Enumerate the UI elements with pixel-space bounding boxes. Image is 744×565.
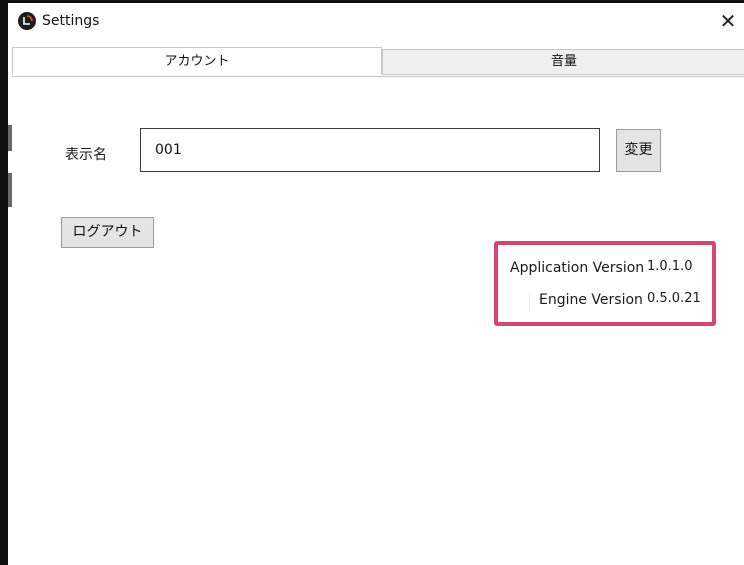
left-edge-mark xyxy=(8,125,12,151)
display-name-label: 表示名 xyxy=(65,147,107,163)
tab-volume[interactable]: 音量 xyxy=(382,49,744,75)
engine-version-value: 0.5.0.21 xyxy=(647,291,701,306)
change-button[interactable]: 変更 xyxy=(616,129,661,172)
application-version-value: 1.0.1.0 xyxy=(647,259,693,274)
window-title: Settings xyxy=(42,13,100,29)
tab-divider xyxy=(12,76,744,77)
divider xyxy=(529,293,530,313)
left-edge-mark xyxy=(8,173,12,207)
title-bar: Settings ✕ xyxy=(8,3,744,48)
display-name-input[interactable] xyxy=(140,128,600,172)
tab-account[interactable]: アカウント xyxy=(12,47,382,75)
tab-bar: アカウント 音量 xyxy=(10,47,744,76)
version-highlight-box xyxy=(494,241,716,326)
engine-version-label: Engine Version xyxy=(539,292,643,308)
logout-button[interactable]: ログアウト xyxy=(61,217,154,248)
close-icon[interactable]: ✕ xyxy=(720,9,737,33)
close-button[interactable]: ✕ xyxy=(714,8,742,34)
settings-window: Settings ✕ アカウント 音量 表示名 変更 ログアウト Applica… xyxy=(0,0,744,565)
application-version-label: Application Version xyxy=(510,260,645,276)
app-logo-icon xyxy=(18,12,36,30)
